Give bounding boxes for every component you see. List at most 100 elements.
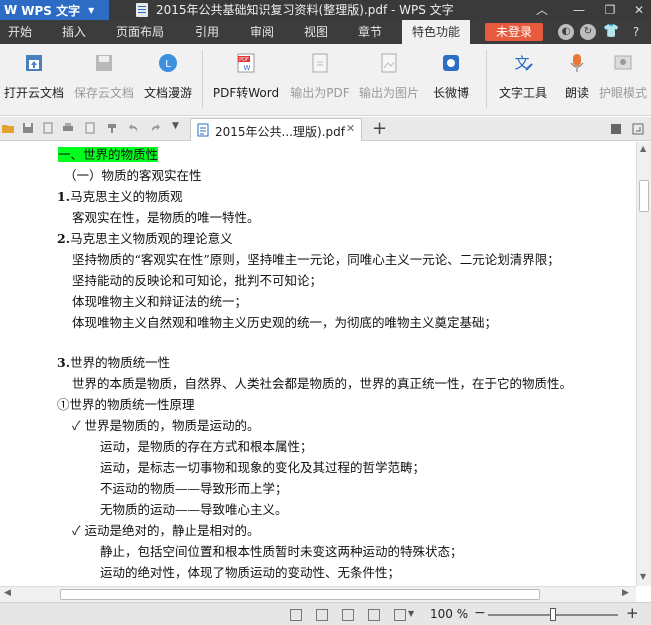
read-aloud-button[interactable]: 朗读 (560, 52, 594, 101)
export-image-icon (381, 53, 397, 73)
paragraph: 客观实在性，是物质的唯一特性。 (72, 210, 260, 225)
read-aloud-label: 朗读 (564, 86, 589, 100)
paragraph: 不运动的物质——导致形而上学； (100, 481, 288, 496)
horizontal-scrollbar[interactable]: ◀ ▶ (0, 586, 636, 602)
tab-start[interactable]: 开始 (0, 20, 40, 44)
long-weibo-label: 长微博 (432, 86, 469, 100)
open-cloud-doc-label: 打开云文档 (3, 86, 64, 100)
wps-logo-icon: W (4, 3, 18, 17)
zoom-level[interactable]: 100 % (430, 607, 468, 621)
eye-icon (614, 55, 632, 70)
section-heading: （一）物质的客观实在性 (64, 168, 202, 183)
subheading: 2.马克思主义物质观的理论意义 (57, 230, 233, 248)
skin-icon[interactable]: ◐ (558, 24, 574, 40)
export-pdf-button[interactable]: 输出为PDF (288, 52, 352, 101)
zoom-slider[interactable] (488, 608, 618, 621)
paragraph: 静止，包括空间位置和根本性质暂时未变这两种运动的特殊状态； (100, 544, 463, 559)
web-view-icon[interactable] (368, 609, 380, 621)
paragraph: 运动，是物质的存在方式和根本属性； (100, 439, 313, 454)
export-image-label: 输出为图片 (358, 86, 419, 100)
document-tab[interactable]: 2015年公共...理版).pdf ✕ (190, 118, 362, 141)
menu-bar: 开始 插入 页面布局 引用 审阅 视图 章节 特色功能 未登录 ◐ ↻ 👕 ? (0, 20, 651, 44)
restore-button[interactable]: ❐ (596, 0, 624, 20)
list-number: 1. (57, 189, 71, 204)
quick-access-bar: ▼ 2015年公共...理版).pdf ✕ + (0, 117, 651, 141)
tab-page-layout[interactable]: 页面布局 (108, 20, 172, 44)
svg-text:PDF: PDF (239, 57, 249, 63)
pdf-to-word-button[interactable]: PDF W PDF转Word (210, 52, 282, 101)
scroll-left-icon[interactable]: ◀ (4, 588, 11, 598)
text-tools-button[interactable]: 文 文字工具 (492, 52, 554, 101)
export-pdf-label: 输出为PDF (290, 86, 350, 100)
export-image-button[interactable]: 输出为图片 (356, 52, 422, 101)
tab-view[interactable]: 视图 (294, 20, 338, 44)
tab-review[interactable]: 审阅 (240, 20, 284, 44)
paragraph: 世界的本质是物质，自然界、人类社会都是物质的，世界的真正统一性，在于它的物质性。 (72, 376, 573, 391)
eye-protection-button[interactable]: 护眼模式 (596, 52, 650, 101)
subheading-text: 马克思主义的物质观 (70, 189, 183, 204)
outline-view-icon[interactable] (342, 609, 354, 621)
horizontal-scroll-thumb[interactable] (60, 589, 540, 600)
minimize-button[interactable]: — (565, 0, 593, 20)
vertical-scrollbar[interactable]: ▲ ▼ (636, 142, 651, 586)
scroll-up-icon[interactable]: ▲ (640, 144, 646, 153)
save-cloud-doc-button[interactable]: 保存云文档 (72, 52, 136, 101)
close-tab-icon[interactable]: ✕ (346, 122, 355, 135)
doc-roaming-button[interactable]: L 文档漫游 (142, 52, 194, 101)
subheading: 1.马克思主义的物质观 (57, 188, 183, 206)
window-mode-icon[interactable] (610, 123, 622, 135)
save-cloud-doc-label: 保存云文档 (73, 86, 134, 100)
checklist-item: ✓ 运动是绝对的，静止是相对的。 (72, 523, 260, 538)
reading-mode-icon[interactable] (394, 609, 406, 621)
close-button[interactable]: ✕ (625, 0, 651, 20)
redo-icon[interactable] (149, 122, 161, 134)
customize-dropdown-icon[interactable]: ▼ (172, 121, 179, 131)
long-weibo-button[interactable]: 长微博 (426, 52, 476, 101)
vertical-scroll-thumb[interactable] (639, 180, 649, 212)
list-number: 2. (57, 231, 71, 246)
fit-page-icon[interactable] (290, 609, 302, 621)
shirt-icon[interactable]: 👕 (603, 24, 619, 40)
scroll-down-icon[interactable]: ▼ (640, 572, 646, 581)
page-view-icon[interactable] (316, 609, 328, 621)
zoom-in-button[interactable]: + (626, 604, 639, 622)
tab-menu-icon[interactable] (632, 123, 644, 135)
tab-sections[interactable]: 章节 (348, 20, 392, 44)
paragraph: ①世界的物质统一性原理 (57, 397, 195, 412)
print-preview-icon[interactable] (84, 122, 96, 134)
paragraph: 无物质的运动——导致唯心主义。 (100, 502, 288, 517)
scroll-right-icon[interactable]: ▶ (622, 588, 629, 598)
format-painter-icon[interactable] (106, 122, 118, 134)
tab-references[interactable]: 引用 (185, 20, 229, 44)
open-folder-icon[interactable] (2, 122, 14, 134)
help-icon[interactable]: ? (628, 24, 644, 40)
export-icon[interactable] (42, 122, 54, 134)
new-tab-button[interactable]: + (372, 118, 387, 139)
collapse-icon[interactable]: ︿ (528, 0, 556, 20)
print-icon[interactable] (62, 122, 74, 134)
app-menu-button[interactable]: W WPS 文字 ▼ (0, 0, 109, 20)
view-dropdown-icon[interactable]: ▼ (408, 609, 414, 618)
undo-icon[interactable] (128, 122, 140, 134)
heading-world-materiality: 一、世界的物质性 (58, 147, 159, 162)
text-tools-icon: 文 (514, 54, 533, 72)
checklist-item: ✓ 世界是物质的，物质是运动的。 (72, 418, 260, 433)
tab-insert[interactable]: 插入 (50, 20, 98, 44)
status-bar: ▼ 100 % − + (0, 602, 651, 625)
save-icon[interactable] (22, 122, 34, 134)
document-page[interactable]: 一、世界的物质性 （一）物质的客观实在性 1.马克思主义的物质观 客观实在性，是… (0, 142, 636, 586)
paragraph: 坚持物质的“客观实在性”原则，坚持唯主一元论，同唯心主义一元论、二元论划清界限； (72, 252, 560, 267)
login-button[interactable]: 未登录 (485, 23, 543, 41)
paragraph: 体现唯物主义和辩证法的统一； (72, 294, 248, 309)
title-bar: W WPS 文字 ▼ 2015年公共基础知识复习资料(整理版).pdf - WP… (0, 0, 651, 20)
subheading-text: 世界的物质统一性 (70, 355, 171, 370)
zoom-out-button[interactable]: − (474, 605, 486, 621)
subheading: 3.世界的物质统一性 (57, 354, 170, 372)
tab-special-features[interactable]: 特色功能 (402, 20, 470, 44)
zoom-slider-handle[interactable] (550, 608, 556, 621)
open-cloud-doc-button[interactable]: 打开云文档 (2, 52, 66, 101)
sync-icon[interactable]: ↻ (580, 24, 596, 40)
pdf-convert-icon: PDFW (237, 53, 255, 73)
wps-window: W WPS 文字 ▼ 2015年公共基础知识复习资料(整理版).pdf - WP… (0, 0, 651, 625)
window-title: 2015年公共基础知识复习资料(整理版).pdf - WPS 文字 (156, 3, 454, 17)
